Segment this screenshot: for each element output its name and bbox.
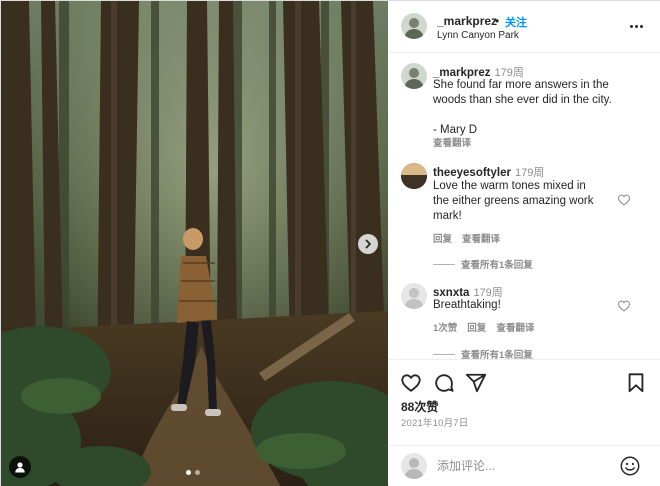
comment-line: Love the warm tones mixed in <box>433 180 586 192</box>
user-icon <box>15 462 25 473</box>
comment-username[interactable]: theeyesoftyler <box>433 167 511 179</box>
chevron-right-icon <box>365 239 371 249</box>
carousel-indicator <box>186 470 200 475</box>
view-replies-button[interactable]: 查看所有1条回复 <box>433 347 533 359</box>
current-user-avatar <box>401 453 427 479</box>
like-comment-heart-icon[interactable] <box>617 299 631 313</box>
comment-likes-count[interactable]: 1次赞 <box>433 320 457 334</box>
more-horizontal-icon <box>629 24 643 28</box>
view-replies-button[interactable]: 查看所有1条回复 <box>433 257 533 271</box>
caption-text: She found far more answers in the woods … <box>433 78 623 138</box>
comment-meta: 1次赞 回复 查看翻译 <box>433 320 534 334</box>
caption-line: woods than she ever did in the city. <box>433 94 612 106</box>
comments-list[interactable]: _markprez 179周 She found far more answers… <box>389 53 660 359</box>
post-photo[interactable] <box>1 1 388 486</box>
follow-button[interactable]: 关注 <box>505 14 527 30</box>
avatar-image <box>401 63 427 89</box>
reply-button[interactable]: 回复 <box>433 231 452 245</box>
post-header: _markprez • 关注 Lynn Canyon Park <box>389 1 660 53</box>
default-avatar-icon <box>401 283 427 309</box>
likes-count[interactable]: 88次赞 <box>401 398 438 415</box>
bookmark-icon[interactable] <box>625 372 647 394</box>
forest-photo-image <box>1 1 388 486</box>
commenter-avatar[interactable] <box>401 163 427 189</box>
post-location[interactable]: Lynn Canyon Park <box>437 30 519 41</box>
divider-line <box>433 263 455 265</box>
caption-translate-button[interactable]: 查看翻译 <box>433 135 471 149</box>
author-username[interactable]: _markprez <box>437 14 497 28</box>
emoji-icon[interactable] <box>619 455 641 477</box>
comment-line: Breathtaking! <box>433 299 501 311</box>
comment-line: mark! <box>433 210 462 222</box>
caption-line: She found far more answers in the <box>433 79 609 91</box>
comment-text: Breathtaking! <box>433 298 623 313</box>
post-date: 2021年10月7日 <box>401 418 469 429</box>
comment-time: 179周 <box>514 167 545 179</box>
header-separator: • <box>495 14 500 28</box>
share-icon[interactable] <box>465 372 487 394</box>
author-avatar[interactable] <box>401 13 427 39</box>
tagged-users-button[interactable] <box>9 456 31 478</box>
translate-button[interactable]: 查看翻译 <box>496 320 534 334</box>
reply-button[interactable]: 回复 <box>467 320 486 334</box>
comment-line: the either greens amazing work <box>433 195 594 207</box>
comment-icon[interactable] <box>433 372 455 394</box>
post-actions: 88次赞 2021年10月7日 <box>389 359 660 447</box>
caption-avatar[interactable] <box>401 63 427 89</box>
commenter-avatar[interactable] <box>401 283 427 309</box>
like-comment-heart-icon[interactable] <box>617 193 631 207</box>
avatar-image <box>401 163 427 189</box>
post-side-panel: _markprez • 关注 Lynn Canyon Park _markpre… <box>389 1 660 486</box>
heart-icon[interactable] <box>400 372 422 394</box>
add-comment-bar <box>389 445 660 486</box>
comment-meta: 回复 查看翻译 <box>433 231 500 245</box>
divider-line <box>433 353 455 355</box>
view-replies-label: 查看所有1条回复 <box>461 350 533 359</box>
default-avatar-icon <box>401 453 427 479</box>
translate-button[interactable]: 查看翻译 <box>462 231 500 245</box>
carousel-dot <box>195 470 200 475</box>
more-options-button[interactable] <box>627 17 645 35</box>
caption-meta: 查看翻译 <box>433 135 471 149</box>
post-dialog: _markprez • 关注 Lynn Canyon Park _markpre… <box>0 0 660 486</box>
next-photo-button[interactable] <box>358 234 378 254</box>
avatar-image <box>401 13 427 39</box>
comment-text: Love the warm tones mixed in the either … <box>433 179 623 224</box>
add-comment-input[interactable] <box>437 456 607 476</box>
view-replies-label: 查看所有1条回复 <box>461 260 533 271</box>
carousel-dot-active <box>186 470 191 475</box>
